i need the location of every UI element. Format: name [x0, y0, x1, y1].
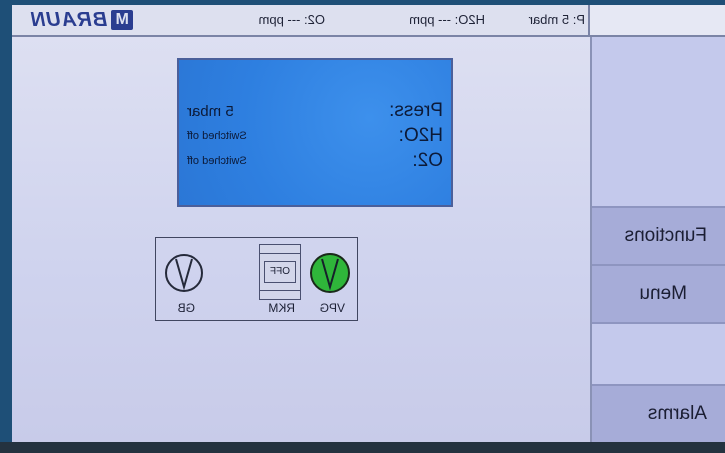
- status-bar: P: 5 mbar H2O: --- ppm O2: --- ppm M BRA…: [12, 5, 725, 37]
- gb-pump-icon[interactable]: [163, 252, 205, 294]
- menu-button[interactable]: Menu: [592, 265, 725, 323]
- alarms-button[interactable]: Alarms: [592, 385, 725, 442]
- alarms-label: Alarms: [647, 403, 707, 424]
- side-menu: Functions Menu Alarms: [590, 37, 725, 442]
- status-o2: O2: --- ppm: [258, 12, 325, 27]
- side-blank-top: [592, 37, 725, 207]
- functions-button[interactable]: Functions: [592, 207, 725, 265]
- hmi-screen: P: 5 mbar H2O: --- ppm O2: --- ppm M BRA…: [12, 5, 725, 442]
- menu-label: Menu: [639, 283, 687, 304]
- rkm-label: RKM: [268, 301, 295, 315]
- info-label-press: Press:: [389, 100, 443, 121]
- info-label-h2o: H2O:: [398, 125, 443, 146]
- info-label-o2: O2:: [412, 150, 443, 171]
- status-h2o: H2O: --- ppm: [409, 12, 485, 27]
- vpg-pump-icon[interactable]: [308, 251, 352, 295]
- info-panel: Press: 5 mbar H2O: Switched off O2: Swit…: [177, 58, 453, 207]
- gb-label: GB: [177, 301, 195, 315]
- rkm-valve[interactable]: OFF: [259, 244, 301, 300]
- bottom-bezel: [0, 442, 725, 453]
- status-pressure: P: 5 mbar: [528, 12, 585, 27]
- status-bar-corner: [588, 5, 725, 35]
- logo-mark: M: [111, 10, 134, 30]
- mbraun-logo: M BRAUN: [30, 8, 134, 31]
- info-value-o2: Switched off: [187, 155, 247, 167]
- rkm-state: OFF: [264, 261, 296, 283]
- info-value-press: 5 mbar: [187, 103, 234, 120]
- pump-diagram: VPG OFF RKM GB: [155, 237, 358, 321]
- mirrored-display: P: 5 mbar H2O: --- ppm O2: --- ppm M BRA…: [12, 5, 725, 442]
- logo-text: BRAUN: [30, 8, 108, 31]
- functions-label: Functions: [624, 225, 707, 246]
- vpg-label: VPG: [319, 301, 345, 315]
- side-blank-bottom: [592, 323, 725, 385]
- info-value-h2o: Switched off: [187, 130, 247, 142]
